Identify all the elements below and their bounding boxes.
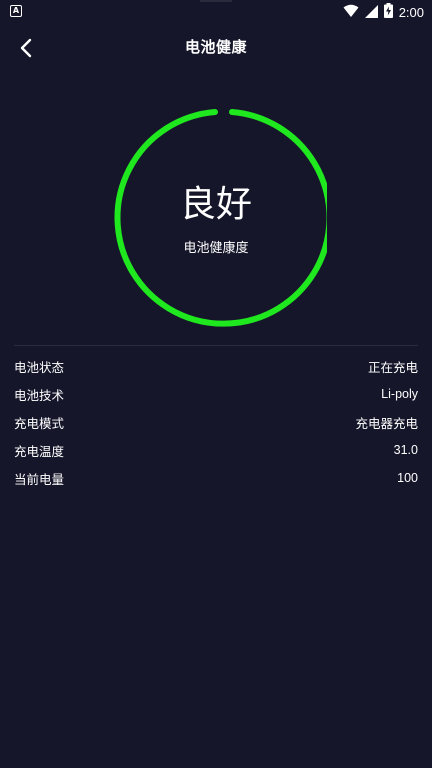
signal-icon <box>364 3 378 22</box>
info-row-technology: 电池技术 Li-poly <box>14 380 418 408</box>
info-label: 当前电量 <box>14 471 65 487</box>
status-bar: A 2:00 <box>0 0 432 24</box>
info-row-temperature: 充电温度 31.0 <box>14 436 418 464</box>
info-value: 31.0 <box>393 443 418 457</box>
notification-a-icon: A <box>10 5 22 17</box>
battery-health-gauge: 良好 电池健康度 <box>105 107 327 329</box>
status-icons: 2:00 <box>343 2 424 22</box>
divider <box>14 345 418 346</box>
wifi-icon <box>343 3 359 22</box>
info-label: 充电温度 <box>14 443 65 459</box>
health-status-value: 良好 <box>179 184 252 225</box>
info-value: 100 <box>397 471 418 485</box>
app-header: 电池健康 <box>0 24 432 72</box>
page-title: 电池健康 <box>184 38 247 56</box>
notch-indicator <box>200 0 232 2</box>
info-label: 电池技术 <box>14 387 65 403</box>
info-value: 正在充电 <box>367 360 418 375</box>
info-value: Li-poly <box>381 387 418 401</box>
info-label: 电池状态 <box>14 359 65 375</box>
battery-charging-icon <box>383 2 393 22</box>
info-row-status: 电池状态 正在充电 <box>14 352 418 380</box>
health-status-label: 电池健康度 <box>183 241 249 256</box>
status-time: 2:00 <box>398 4 424 20</box>
info-label: 充电模式 <box>14 415 65 431</box>
info-value: 充电器充电 <box>355 416 418 431</box>
battery-info-list: 电池状态 正在充电 电池技术 Li-poly 充电模式 充电器充电 充电温度 3… <box>14 352 418 492</box>
info-row-charge-mode: 充电模式 充电器充电 <box>14 408 418 436</box>
info-row-level: 当前电量 100 <box>14 464 418 492</box>
